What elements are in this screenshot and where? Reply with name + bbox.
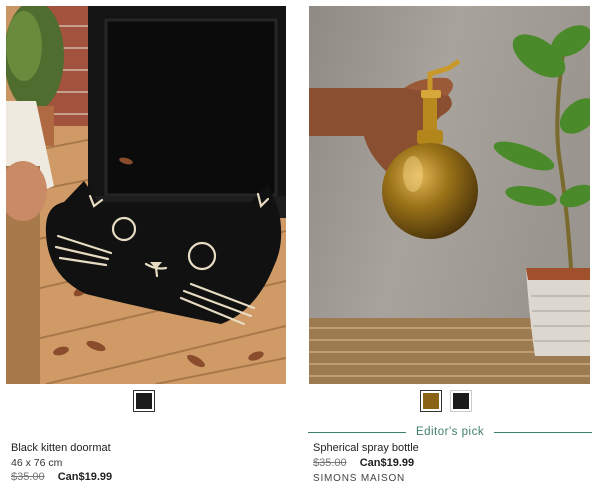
sale-price: Can$19.99 — [57, 471, 113, 483]
color-swatches — [420, 390, 472, 412]
original-price: $35.00 — [11, 471, 45, 483]
product-name[interactable]: Black kitten doormat — [11, 442, 111, 454]
editors-pick-badge: Editor's pick — [308, 424, 593, 440]
color-swatches — [133, 390, 155, 412]
color-swatch-black[interactable] — [133, 390, 155, 412]
product-name[interactable]: Spherical spray bottle — [313, 442, 419, 454]
sale-price: Can$19.99 — [359, 457, 415, 469]
price-block: $35.00 Can$19.99 — [313, 457, 414, 469]
original-price: $35.00 — [313, 457, 347, 469]
product-dimensions: 46 x 76 cm — [11, 457, 63, 469]
divider-line — [308, 431, 406, 433]
color-swatch-brass[interactable] — [420, 390, 442, 412]
price-block: $35.00 Can$19.99 — [11, 471, 112, 483]
product-image-spray-bottle[interactable] — [309, 6, 590, 384]
color-swatch-black[interactable] — [450, 390, 472, 412]
divider-line — [494, 431, 593, 433]
brand-name[interactable]: SIMONS MAISON — [313, 473, 405, 484]
editors-pick-label: Editor's pick — [415, 426, 485, 438]
product-image-doormat[interactable] — [6, 6, 286, 384]
